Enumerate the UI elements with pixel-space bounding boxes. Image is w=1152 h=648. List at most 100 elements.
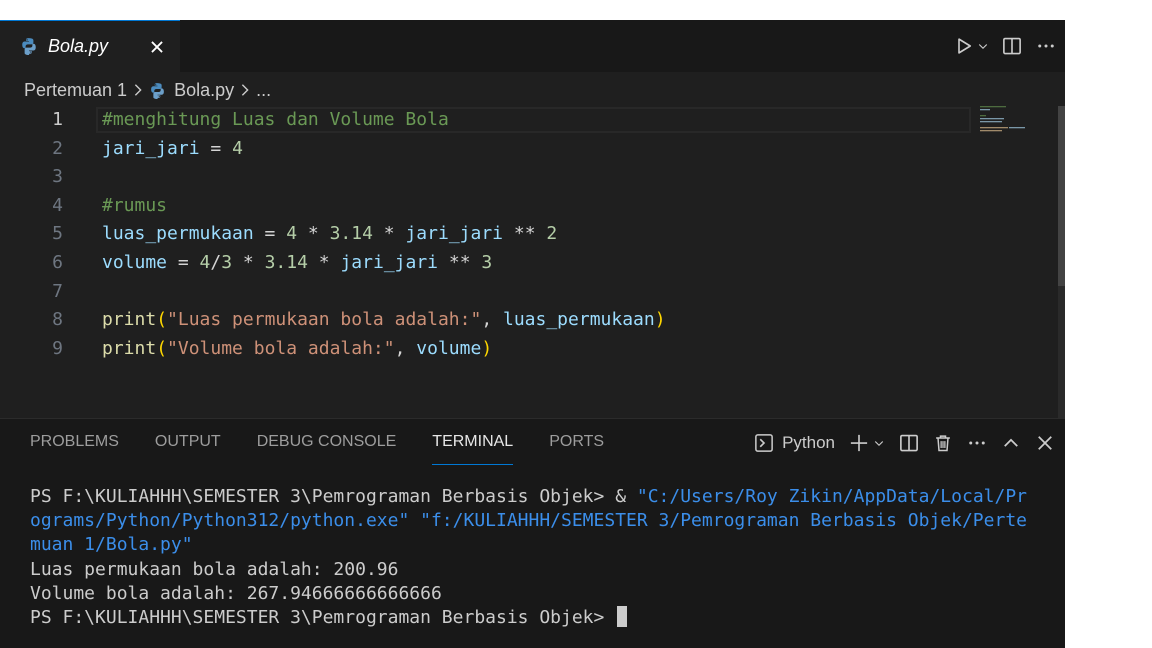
code-token: , bbox=[394, 337, 417, 359]
line-code: luas_permukaan = 4 * 3.14 * jari_jari **… bbox=[102, 220, 557, 248]
run-dropdown-button[interactable] bbox=[977, 35, 989, 57]
vscode-window: Bola.py Pertemuan 1 Bola.py ... 1 #mengh… bbox=[0, 20, 1065, 648]
tab-terminal[interactable]: TERMINAL bbox=[432, 419, 513, 465]
bottom-panel: PROBLEMS OUTPUT DEBUG CONSOLE TERMINAL P… bbox=[0, 418, 1065, 648]
code-line[interactable]: 5 luas_permukaan = 4 * 3.14 * jari_jari *… bbox=[0, 220, 970, 248]
line-code: #rumus bbox=[102, 192, 167, 220]
terminal-text: "C:/Users/Roy Zikin/AppData/Local/Pr bbox=[636, 486, 1028, 507]
kill-terminal-button[interactable] bbox=[933, 433, 953, 453]
tab-ports[interactable]: PORTS bbox=[549, 419, 604, 465]
terminal-line: Volume bola adalah: 267.94666666666666 bbox=[30, 582, 1050, 606]
line-number: 5 bbox=[52, 223, 63, 245]
run-button[interactable] bbox=[953, 35, 975, 57]
terminal-dropdown-button[interactable] bbox=[873, 437, 885, 449]
split-terminal-icon bbox=[900, 434, 918, 452]
line-code: print("Luas permukaan bola adalah:", lua… bbox=[102, 306, 666, 334]
panel-tabs: PROBLEMS OUTPUT DEBUG CONSOLE TERMINAL P… bbox=[30, 419, 604, 465]
code-token: jari_jari bbox=[405, 223, 504, 245]
split-terminal-button[interactable] bbox=[899, 433, 919, 453]
terminal-output[interactable]: PS F:\KULIAHHH\SEMESTER 3\Pemrograman Be… bbox=[30, 485, 1050, 630]
code-token: * bbox=[297, 223, 330, 245]
code-token: , bbox=[481, 309, 503, 331]
code-token: = bbox=[199, 137, 233, 159]
line-code: print("Volume bola adalah:", volume) bbox=[102, 335, 492, 363]
breadcrumb-more[interactable]: ... bbox=[256, 80, 271, 101]
tab-problems[interactable]: PROBLEMS bbox=[30, 419, 119, 465]
terminal-line: PS F:\KULIAHHH\SEMESTER 3\Pemrograman Be… bbox=[30, 485, 1050, 509]
code-token: 3.14 bbox=[264, 252, 308, 273]
ellipsis-icon bbox=[969, 441, 985, 445]
code-token: ** bbox=[438, 252, 482, 273]
code-token: ) bbox=[481, 337, 493, 359]
code-token: "Volume bola adalah:" bbox=[167, 337, 395, 359]
breadcrumb-file[interactable]: Bola.py bbox=[174, 80, 234, 101]
terminal-selector[interactable]: Python bbox=[754, 433, 835, 453]
code-token: luas_permukaan bbox=[102, 223, 254, 245]
ellipsis-icon bbox=[1038, 44, 1054, 48]
code-token: #rumus bbox=[102, 194, 168, 216]
terminal-line: ograms/Python/Python312/python.exe" "f:/… bbox=[30, 509, 1050, 533]
split-editor-button[interactable] bbox=[1001, 35, 1023, 57]
terminal-text: muan 1/Bola.py" bbox=[30, 534, 193, 556]
code-token: * bbox=[372, 223, 406, 245]
editor-actions bbox=[953, 34, 1057, 58]
play-icon bbox=[958, 38, 972, 54]
code-line[interactable]: 8 print("Luas permukaan bola adalah:", lu… bbox=[0, 306, 970, 334]
code-line[interactable]: 1 #menghitung Luas dan Volume Bola bbox=[0, 106, 970, 134]
terminal-cursor bbox=[617, 606, 628, 628]
code-line[interactable]: 6 volume = 4/3 * 3.14 * jari_jari ** 3 bbox=[0, 249, 970, 277]
close-panel-button[interactable] bbox=[1035, 433, 1055, 453]
code-token: print bbox=[102, 309, 157, 331]
scrollbar-thumb[interactable] bbox=[1058, 106, 1065, 286]
panel-actions: Python bbox=[754, 431, 1055, 455]
code-token: 4 bbox=[199, 252, 211, 273]
line-number: 4 bbox=[52, 194, 63, 216]
new-terminal-button[interactable] bbox=[849, 433, 869, 453]
code-token: jari_jari bbox=[102, 137, 200, 159]
code-token: = bbox=[253, 223, 287, 245]
terminal-line: Luas permukaan bola adalah: 200.96 bbox=[30, 558, 1050, 582]
breadcrumb-folder[interactable]: Pertemuan 1 bbox=[24, 80, 127, 101]
python-file-icon bbox=[22, 38, 36, 55]
close-icon bbox=[1038, 436, 1052, 450]
code-line[interactable]: 2 jari_jari = 4 bbox=[0, 135, 970, 163]
editor-scrollbar[interactable] bbox=[1058, 106, 1065, 418]
code-token: / bbox=[210, 252, 222, 273]
panel-more-button[interactable] bbox=[967, 433, 987, 453]
chevron-right-icon bbox=[131, 83, 145, 97]
minimap[interactable] bbox=[975, 106, 1055, 146]
code-token: luas_permukaan bbox=[503, 309, 655, 331]
code-line[interactable]: 7 bbox=[0, 278, 970, 306]
trash-icon bbox=[936, 435, 950, 452]
code-token: 4 bbox=[286, 223, 298, 245]
code-editor[interactable]: 1 #menghitung Luas dan Volume Bola 2 jari_j… bbox=[0, 106, 1065, 418]
code-line[interactable]: 9 print("Volume bola adalah:", volume) bbox=[0, 335, 970, 363]
breadcrumb: Pertemuan 1 Bola.py ... bbox=[24, 78, 271, 102]
tab-debug-console[interactable]: DEBUG CONSOLE bbox=[257, 419, 397, 465]
code-token: jari_jari bbox=[340, 252, 439, 273]
tab-output[interactable]: OUTPUT bbox=[155, 419, 221, 465]
terminal-text: Luas permukaan bola adalah: 200.96 bbox=[30, 558, 399, 580]
code-token: "Luas permukaan bola adalah:" bbox=[167, 309, 482, 331]
code-token: 3 bbox=[221, 252, 233, 273]
code-line[interactable]: 3 bbox=[0, 163, 970, 191]
code-token: 2 bbox=[546, 223, 558, 245]
tab-bola-py[interactable]: Bola.py bbox=[0, 20, 180, 72]
chevron-down-icon bbox=[874, 441, 884, 447]
line-number: 9 bbox=[52, 337, 63, 359]
code-line[interactable]: 4 #rumus bbox=[0, 192, 970, 220]
line-code: jari_jari = 4 bbox=[102, 135, 243, 163]
code-token: volume bbox=[102, 252, 168, 273]
terminal-text: PS F:\KULIAHHH\SEMESTER 3\Pemrograman Be… bbox=[30, 486, 637, 507]
line-code: volume = 4/3 * 3.14 * jari_jari ** 3 bbox=[102, 249, 492, 277]
code-token: = bbox=[167, 252, 200, 273]
plus-icon bbox=[850, 434, 868, 452]
more-actions-button[interactable] bbox=[1035, 35, 1057, 57]
code-token: print bbox=[102, 337, 157, 359]
code-token: ( bbox=[156, 337, 168, 359]
terminal-label: Python bbox=[782, 433, 835, 452]
close-icon[interactable] bbox=[148, 38, 166, 56]
line-number: 7 bbox=[52, 280, 63, 302]
maximize-panel-button[interactable] bbox=[1001, 433, 1021, 453]
code-token: 4 bbox=[232, 137, 243, 159]
